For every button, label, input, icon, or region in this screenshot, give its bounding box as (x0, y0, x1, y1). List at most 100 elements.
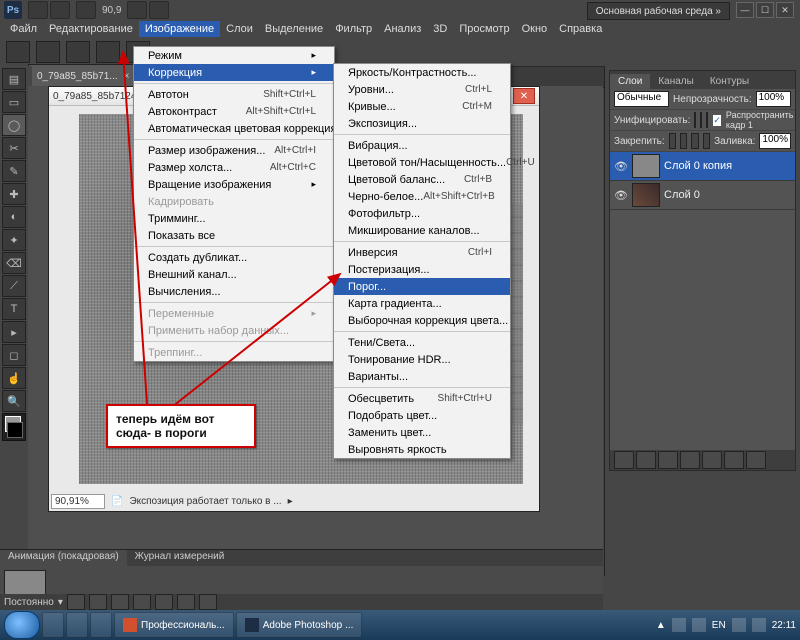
menu-item[interactable]: Кривые... (334, 98, 510, 115)
lock-position-button[interactable] (691, 133, 698, 149)
menu-item[interactable]: Порог... (334, 278, 510, 295)
layer-style-button[interactable] (636, 451, 656, 469)
tool-13[interactable]: ☝ (2, 367, 26, 389)
adjustment-layer-button[interactable] (680, 451, 700, 469)
prev-frame-button[interactable] (89, 594, 107, 610)
menu-item[interactable]: Размер холста... (134, 159, 334, 176)
view-extras-button[interactable] (76, 1, 96, 19)
tool-4[interactable]: ✎ (2, 160, 26, 182)
menu-item[interactable]: Создать дубликат... (134, 249, 334, 266)
zoom-readout[interactable]: 90,9 (102, 5, 121, 16)
launch-bridge-button[interactable] (28, 1, 48, 19)
layer-group-button[interactable] (702, 451, 722, 469)
selection-subtract-button[interactable] (96, 41, 120, 63)
menu-item[interactable]: Фотофильтр... (334, 205, 510, 222)
image-menu[interactable]: РежимКоррекция АвтотонАвтоконтрастАвтомат… (133, 46, 335, 362)
opacity-input[interactable]: 100% (756, 91, 791, 107)
tool-7[interactable]: ✦ (2, 229, 26, 251)
menu-Редактирование[interactable]: Редактирование (43, 21, 139, 37)
unify-position-button[interactable] (694, 112, 696, 128)
menu-item[interactable]: Постеризация... (334, 261, 510, 278)
delete-frame-button[interactable] (199, 594, 217, 610)
menu-item[interactable]: Тонирование HDR... (334, 351, 510, 368)
network-icon[interactable] (732, 618, 746, 632)
document-tab[interactable]: 0_79a85_85b71...× (28, 64, 138, 87)
tool-2[interactable]: ◯ (2, 114, 26, 136)
menu-item[interactable]: Уровни... (334, 81, 510, 98)
menu-item[interactable]: Подобрать цвет... (334, 407, 510, 424)
menu-item[interactable]: Вибрация... (334, 137, 510, 154)
menu-Файл[interactable]: Файл (4, 21, 43, 37)
tool-6[interactable]: ◐ (2, 206, 26, 228)
propagate-checkbox[interactable]: ✓ (712, 114, 722, 127)
menu-Просмотр[interactable]: Просмотр (453, 21, 515, 37)
link-layers-button[interactable] (614, 451, 634, 469)
menu-item[interactable]: Тримминг... (134, 210, 334, 227)
tool-9[interactable]: ⟋ (2, 275, 26, 297)
menu-item[interactable]: Вращение изображения (134, 176, 334, 193)
tool-14[interactable]: 🔍 (2, 390, 26, 412)
menu-Анализ[interactable]: Анализ (378, 21, 427, 37)
windows-taskbar[interactable]: Профессиональ... Adobe Photoshop ... ▲ E… (0, 610, 800, 640)
menu-Фильтр[interactable]: Фильтр (329, 21, 378, 37)
maximize-button[interactable]: ☐ (756, 2, 774, 18)
start-button[interactable] (4, 611, 40, 639)
tool-0[interactable]: ▤ (2, 68, 26, 90)
menu-item[interactable]: Черно-белое... (334, 188, 510, 205)
close-button[interactable]: ✕ (776, 2, 794, 18)
tab-layers[interactable]: Слои (610, 74, 650, 89)
tab-channels[interactable]: Каналы (650, 74, 702, 89)
tool-10[interactable]: T (2, 298, 26, 320)
menu-item[interactable]: Коррекция (134, 64, 334, 81)
fill-input[interactable]: 100% (759, 133, 791, 149)
menu-item[interactable]: Экспозиция... (334, 115, 510, 132)
menu-item[interactable]: Микширование каналов... (334, 222, 510, 239)
tool-3[interactable]: ✂ (2, 137, 26, 159)
visibility-icon[interactable]: 👁 (614, 188, 628, 202)
arrange-docs-button[interactable] (127, 1, 147, 19)
layer-mask-button[interactable] (658, 451, 678, 469)
menu-Изображение[interactable]: Изображение (139, 21, 220, 37)
unify-visibility-button[interactable] (700, 112, 702, 128)
new-layer-button[interactable] (724, 451, 744, 469)
system-tray[interactable]: ▲ EN 22:11 (656, 618, 796, 632)
pin-explorer[interactable] (42, 612, 64, 638)
duplicate-frame-button[interactable] (177, 594, 195, 610)
tab-animation[interactable]: Анимация (покадровая) (0, 550, 127, 566)
menu-bar[interactable]: ФайлРедактированиеИзображениеСлоиВыделен… (0, 20, 800, 38)
menu-item[interactable]: Автотон (134, 86, 334, 103)
menu-item[interactable]: Обесцветить (334, 390, 510, 407)
mini-bridge-button[interactable] (50, 1, 70, 19)
tool-12[interactable]: ◻ (2, 344, 26, 366)
tab-paths[interactable]: Контуры (702, 74, 757, 89)
menu-item[interactable]: Тени/Света... (334, 334, 510, 351)
menu-item[interactable]: Автоконтраст (134, 103, 334, 120)
layer-row[interactable]: 👁Слой 0 (610, 181, 795, 210)
layer-row[interactable]: 👁Слой 0 копия (610, 152, 795, 181)
tray-icon[interactable] (672, 618, 686, 632)
tool-5[interactable]: ✚ (2, 183, 26, 205)
menu-Окно[interactable]: Окно (516, 21, 554, 37)
menu-item[interactable]: Яркость/Контрастность... (334, 64, 510, 81)
close-icon[interactable]: × (124, 71, 130, 82)
tab-measurement-log[interactable]: Журнал измерений (127, 550, 233, 566)
menu-item[interactable]: Режим (134, 47, 334, 64)
doc-close-button[interactable]: ✕ (513, 88, 535, 104)
tray-icon[interactable] (692, 618, 706, 632)
lock-all-button[interactable] (703, 133, 710, 149)
menu-item[interactable]: Вычисления... (134, 283, 334, 300)
pin-wmp[interactable] (66, 612, 88, 638)
screen-mode-button[interactable] (149, 1, 169, 19)
lock-pixels-button[interactable] (680, 133, 687, 149)
menu-item[interactable]: Карта градиента... (334, 295, 510, 312)
first-frame-button[interactable] (67, 594, 85, 610)
next-frame-button[interactable] (133, 594, 151, 610)
menu-item[interactable]: Выровнять яркость (334, 441, 510, 458)
volume-icon[interactable] (752, 618, 766, 632)
play-button[interactable] (111, 594, 129, 610)
menu-item[interactable]: Варианты... (334, 368, 510, 385)
menu-3D[interactable]: 3D (427, 21, 453, 37)
tool-8[interactable]: ⌫ (2, 252, 26, 274)
menu-item[interactable]: Внешний канал... (134, 266, 334, 283)
menu-item[interactable]: Автоматическая цветовая коррекция (134, 120, 334, 137)
